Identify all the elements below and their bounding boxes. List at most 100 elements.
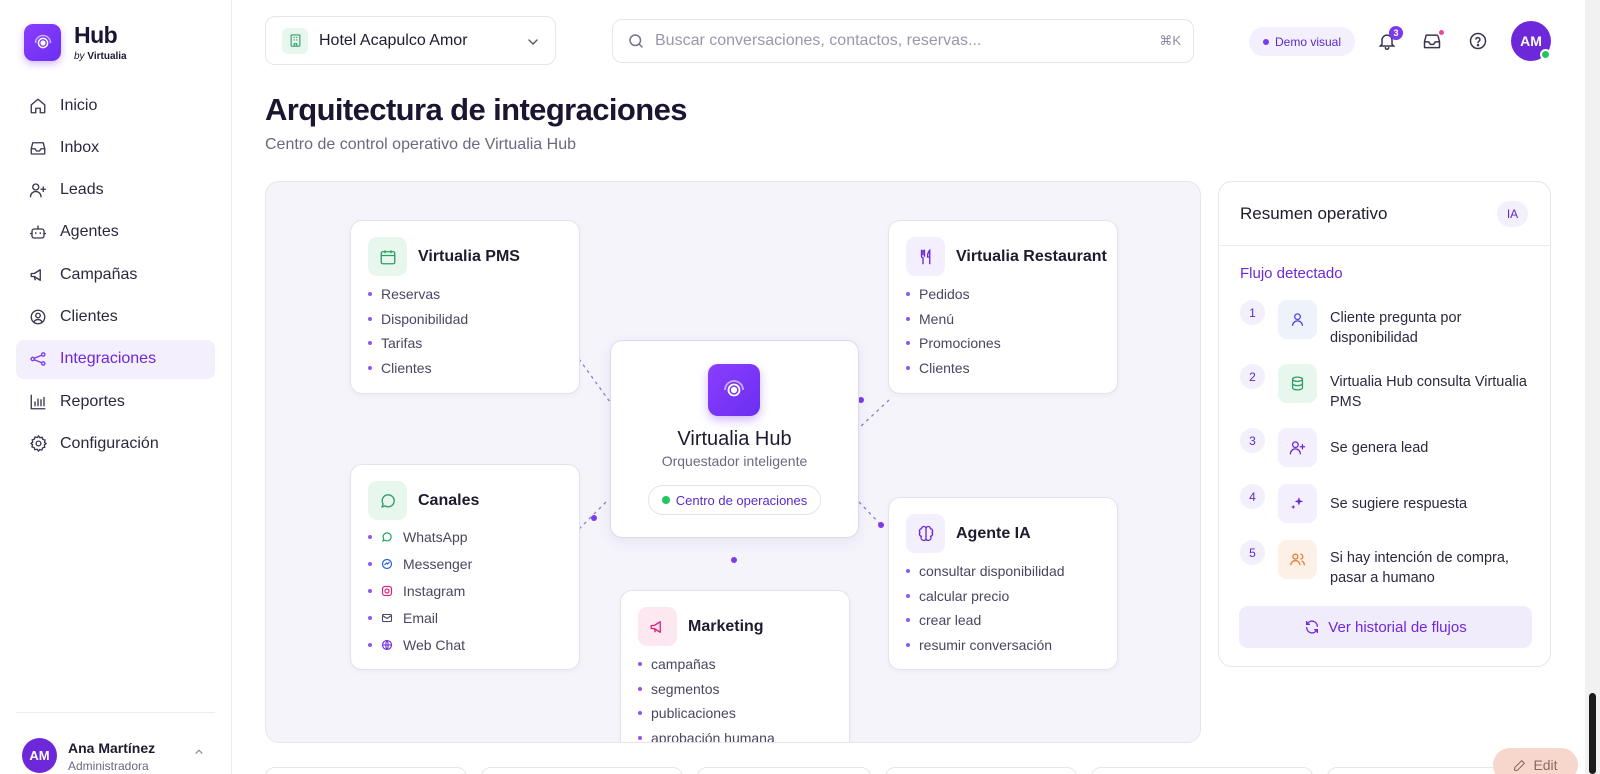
bottom-card <box>885 767 1077 774</box>
user-icon <box>1278 300 1317 339</box>
sidebar-item-agentes[interactable]: Agentes <box>16 213 215 252</box>
user-plus-icon <box>1278 428 1317 467</box>
sidebar-item-label: Leads <box>60 181 104 199</box>
demo-dot <box>1262 38 1269 45</box>
sidebar-item-clientes[interactable]: Clientes <box>16 297 215 336</box>
app-root: Hub by Virtualia Inicio Inbox Leads Agen… <box>0 0 1600 774</box>
sidebar-item-label: Inbox <box>60 138 100 156</box>
sidebar-item-reportes[interactable]: Reportes <box>16 382 215 421</box>
sidebar-item-label: Agentes <box>60 223 119 241</box>
whatsapp-icon <box>381 531 393 543</box>
list-item: Clientes <box>906 356 1001 381</box>
card-title: Virtualia Restaurant <box>956 248 1107 265</box>
summary-panel: Resumen operativo IA Flujo detectado 1 C… <box>1218 181 1551 667</box>
utensils-icon <box>906 237 945 276</box>
marketing-list: campañas segmentos publicaciones aprobac… <box>638 652 775 742</box>
sidebar-item-campanas[interactable]: Campañas <box>16 255 215 294</box>
search-input[interactable] <box>655 32 1135 50</box>
sidebar-item-label: Integraciones <box>60 350 157 368</box>
list-item: Reservas <box>368 282 468 307</box>
restaurant-list: Pedidos Menú Promociones Clientes <box>906 282 1001 380</box>
messenger-icon <box>381 558 393 570</box>
pms-card[interactable]: Virtualia PMS Reservas Disponibilidad Ta… <box>350 220 580 394</box>
profile-avatar[interactable]: AM <box>1511 21 1551 61</box>
bar-chart-icon <box>28 392 48 412</box>
search-bar: ⌘K <box>612 19 1194 63</box>
marketing-card[interactable]: Marketing campañas segmentos publicacion… <box>620 590 850 742</box>
page-title: Arquitectura de integraciones <box>265 92 687 127</box>
list-item: Messenger <box>368 550 472 577</box>
bottom-card <box>265 767 467 774</box>
search-icon <box>627 32 645 50</box>
chevron-down-icon <box>528 39 538 45</box>
ai-agent-card[interactable]: Agente IA consultar disponibilidad calcu… <box>888 497 1118 670</box>
bot-icon <box>28 222 48 242</box>
chat-bubble-icon <box>368 481 407 520</box>
list-item: Email <box>368 604 472 631</box>
restaurant-card[interactable]: Virtualia Restaurant Pedidos Menú Promoc… <box>888 220 1118 394</box>
mail-icon <box>381 612 393 624</box>
scrollbar[interactable] <box>1585 0 1600 774</box>
notifications-button[interactable]: 3 <box>1375 26 1403 53</box>
bottom-card <box>481 767 683 774</box>
channels-card[interactable]: Canales WhatsApp Messenger Instagram Ema… <box>350 464 580 670</box>
edit-button[interactable]: Edit <box>1493 748 1578 774</box>
integration-diagram: Virtualia PMS Reservas Disponibilidad Ta… <box>265 181 1201 743</box>
sidebar-item-label: Configuración <box>60 434 159 452</box>
list-item: consultar disponibilidad <box>906 559 1065 584</box>
operations-center-button[interactable]: Centro de operaciones <box>648 485 821 515</box>
list-item: calcular precio <box>906 584 1065 609</box>
user-menu[interactable]: AM Ana Martínez Administradora <box>22 737 215 773</box>
hotel-selector[interactable]: Hotel Acapulco Amor <box>265 16 556 65</box>
sidebar-nav: Inicio Inbox Leads Agentes Campañas Clie… <box>16 86 215 467</box>
ia-badge: IA <box>1497 201 1528 227</box>
step-number: 1 <box>1240 300 1265 325</box>
card-title: Agente IA <box>956 525 1031 542</box>
list-item: aprobación humana <box>638 726 775 742</box>
radar-icon <box>724 380 744 397</box>
sidebar-item-label: Inicio <box>60 96 98 114</box>
sidebar-item-inicio[interactable]: Inicio <box>16 86 215 125</box>
ai-agent-list: consultar disponibilidad calcular precio… <box>906 559 1065 657</box>
instagram-icon <box>381 585 393 597</box>
brain-icon <box>906 514 945 553</box>
brand-title: Hub <box>74 22 118 48</box>
flow-history-button[interactable]: Ver historial de flujos <box>1239 606 1532 648</box>
list-item: Disponibilidad <box>368 307 468 332</box>
hub-subtitle: Orquestador inteligente <box>661 453 808 469</box>
user-circle-icon <box>28 307 48 327</box>
flow-history-label: Ver historial de flujos <box>1328 618 1467 636</box>
hub-card[interactable]: Virtualia Hub Orquestador inteligente Ce… <box>610 340 859 538</box>
step-number: 4 <box>1240 484 1265 509</box>
radar-icon <box>34 34 51 48</box>
gear-icon <box>28 434 48 454</box>
integrations-icon <box>28 349 48 369</box>
database-icon <box>1278 364 1317 403</box>
sidebar: Hub by Virtualia Inicio Inbox Leads Agen… <box>0 0 232 774</box>
list-item: Pedidos <box>906 282 1001 307</box>
brand-logo[interactable] <box>24 24 61 61</box>
messages-button[interactable] <box>1420 28 1446 53</box>
list-item: Web Chat <box>368 631 472 658</box>
user-plus-icon <box>28 180 48 200</box>
scrollbar-thumb[interactable] <box>1589 693 1596 774</box>
sidebar-item-configuracion[interactable]: Configuración <box>16 424 215 463</box>
users-icon <box>1278 540 1317 579</box>
sidebar-item-integraciones[interactable]: Integraciones <box>16 339 215 379</box>
calendar-icon <box>368 237 407 276</box>
help-button[interactable] <box>1466 29 1490 53</box>
edit-label: Edit <box>1533 757 1558 773</box>
bottom-card <box>1091 767 1313 774</box>
help-icon <box>1469 32 1487 50</box>
building-icon <box>282 27 308 54</box>
hotel-name: Hotel Acapulco Amor <box>319 31 468 49</box>
sidebar-item-leads[interactable]: Leads <box>16 171 215 210</box>
card-title: Virtualia PMS <box>418 248 520 265</box>
list-item: Menú <box>906 307 1001 332</box>
operations-center-label: Centro de operaciones <box>675 492 808 508</box>
step-number: 5 <box>1240 540 1265 565</box>
sidebar-item-inbox[interactable]: Inbox <box>16 128 215 167</box>
user-name: Ana Martínez <box>68 740 156 756</box>
card-title: Marketing <box>688 618 764 635</box>
notification-count: 3 <box>1389 26 1403 40</box>
